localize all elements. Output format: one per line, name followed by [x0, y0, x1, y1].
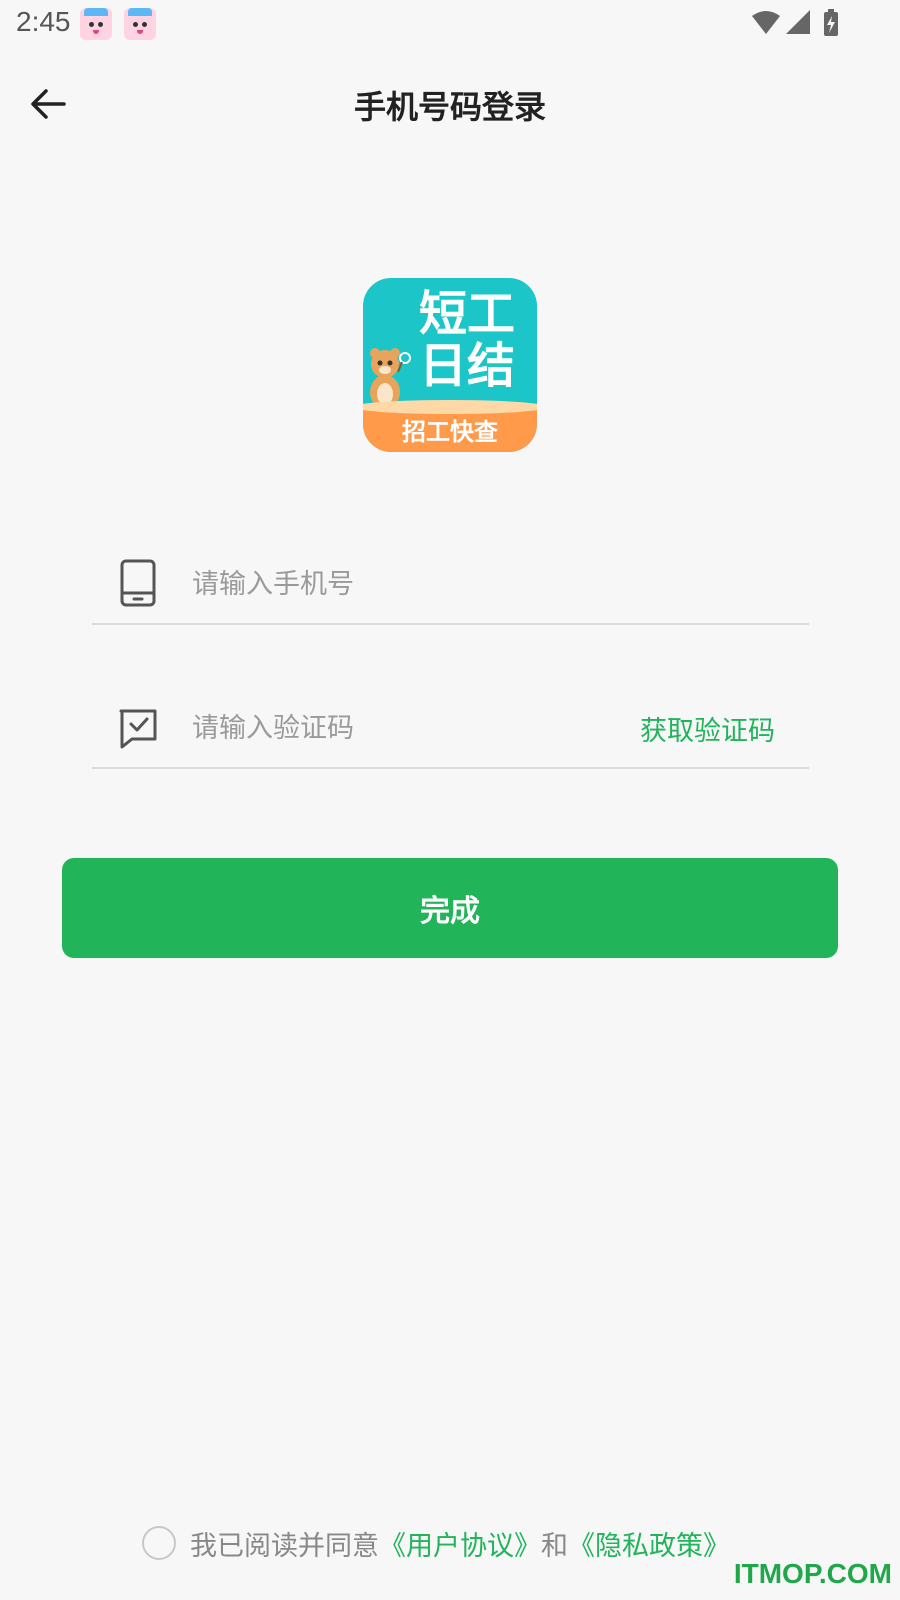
header: 手机号码登录 — [0, 60, 900, 150]
app-logo: 短工 日结 招工快查 — [363, 278, 537, 452]
battery-charging-icon — [824, 9, 838, 36]
code-field: 获取验证码 — [92, 687, 809, 769]
verification-code-input[interactable] — [190, 705, 614, 751]
status-time: 2:45 — [16, 6, 71, 37]
message-check-icon — [119, 709, 157, 749]
app-notification-icon — [124, 8, 156, 40]
privacy-policy-link[interactable]: 《隐私政策》 — [568, 1524, 730, 1563]
phone-input[interactable] — [190, 561, 614, 607]
submit-button[interactable]: 完成 — [62, 858, 838, 958]
logo-band: 招工快查 — [363, 400, 537, 452]
user-agreement-link[interactable]: 《用户协议》 — [379, 1524, 541, 1563]
agreement-conjunction: 和 — [541, 1530, 568, 1562]
watermark: ITMOP.COM — [733, 1558, 892, 1589]
page-title: 手机号码登录 — [353, 88, 546, 126]
mobile-phone-icon — [120, 559, 156, 607]
logo-text-line2: 日结 — [418, 338, 515, 394]
wifi-icon — [752, 11, 780, 34]
logo-band-text: 招工快查 — [402, 418, 498, 446]
app-notification-icon — [80, 8, 112, 40]
status-bar: 2:45 — [0, 0, 900, 48]
status-icons — [750, 8, 850, 44]
logo-text-line1: 短工 — [418, 286, 515, 342]
agreement: 我已阅读并同意 《用户协议》 和 《隐私政策》 — [142, 1521, 730, 1565]
get-code-button[interactable]: 获取验证码 — [640, 709, 775, 748]
agreement-prefix: 我已阅读并同意 — [190, 1530, 379, 1562]
agree-checkbox[interactable] — [142, 1526, 176, 1560]
phone-field — [92, 543, 809, 625]
cellular-signal-icon — [786, 10, 810, 34]
